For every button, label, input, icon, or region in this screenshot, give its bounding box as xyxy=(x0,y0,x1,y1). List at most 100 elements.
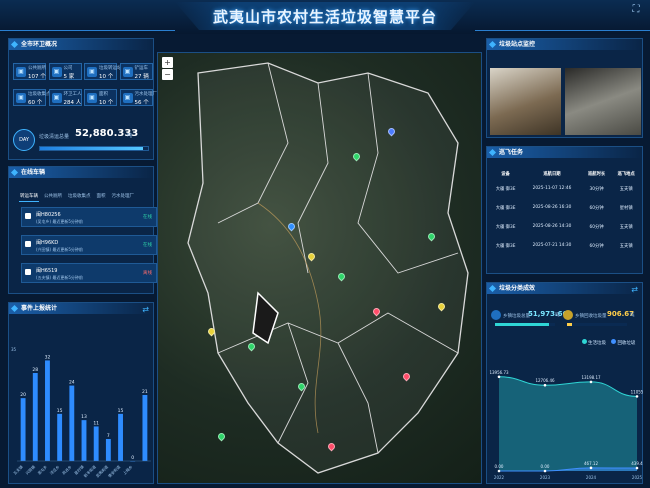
vehicle-sub: (兴田镇) 最近更新5分钟前 xyxy=(36,247,83,252)
tab-vehicle-3[interactable]: 面积 xyxy=(96,191,107,201)
event-bar[interactable] xyxy=(20,398,26,461)
series-point[interactable] xyxy=(497,375,501,379)
events-panel: 事件上报统计 ⇄ 35 20 五夫镇 28 兴田镇 32 吴屯乡 15 洋庄乡 24 岚谷乡 13 星… xyxy=(8,302,154,484)
vehicle-checkbox[interactable] xyxy=(25,241,31,247)
event-bar[interactable] xyxy=(81,420,87,461)
stat-value: 60 个 xyxy=(28,100,43,106)
series-point[interactable] xyxy=(497,469,501,473)
zoom-out-button[interactable]: − xyxy=(162,69,173,80)
series-point[interactable] xyxy=(635,395,639,398)
event-value-label: 28 xyxy=(32,367,38,373)
patrol-cell: 2025-07-21 14:30 xyxy=(532,243,572,248)
patrol-row[interactable]: 大疆 御3E 2025-08-26 16:30 60分钟 星村镇 xyxy=(489,198,641,217)
patrol-cell: 2025-08-26 14:30 xyxy=(532,224,572,229)
patrol-row[interactable]: 大疆 御3E 2025-08-26 14:30 60分钟 五夫镇 xyxy=(489,217,641,236)
vehicle-status: 在线 xyxy=(143,243,152,248)
daily-progress-fill xyxy=(40,147,143,150)
event-category-label: 五夫镇 xyxy=(12,464,24,476)
series-value-label: 0.00 xyxy=(495,464,504,469)
stat-value: 107 个 xyxy=(28,74,46,80)
tab-vehicle-1[interactable]: 公共厕所 xyxy=(43,191,63,201)
series-value-label: 12706.46 xyxy=(535,378,555,383)
event-value-label: 15 xyxy=(118,408,124,414)
event-bar[interactable] xyxy=(69,385,75,461)
event-value-label: 24 xyxy=(69,380,75,386)
patrol-row[interactable]: 大疆 御3E 2025-11-07 12:46 30分钟 五夫镇 xyxy=(489,179,641,198)
vehicle-row[interactable]: 闽H80256 (吴屯乡) 最近更新5分钟前 在线 xyxy=(21,207,157,227)
stat-label: 公共厕所 xyxy=(28,66,46,71)
event-value-label: 20 xyxy=(20,392,26,398)
stat-card: ▣ 污水处理厂 56 个 xyxy=(119,89,157,106)
vehicle-checkbox[interactable] xyxy=(25,213,31,219)
video-panel: 垃圾站点监控 xyxy=(486,38,643,138)
stat-card: ▣ 公共厕所 107 个 xyxy=(13,63,46,80)
series-point[interactable] xyxy=(543,469,547,473)
map-boundaries xyxy=(187,62,469,474)
event-bar[interactable] xyxy=(57,413,63,461)
patrol-row[interactable]: 大疆 御3E 2025-07-21 14:30 60分钟 五夫镇 xyxy=(489,236,641,255)
x-tick-label: 2023 xyxy=(540,475,551,480)
patrol-cell: 星村镇 xyxy=(619,205,633,211)
event-bar[interactable] xyxy=(142,395,148,461)
patrol-cell: 30分钟 xyxy=(589,186,604,192)
series-point[interactable] xyxy=(635,466,639,470)
stat-label: 公司 xyxy=(63,66,73,71)
stat-icon: ▣ xyxy=(51,67,62,77)
stat-label: 垃圾转运站 xyxy=(99,66,122,71)
fullscreen-icon[interactable]: ⛶ xyxy=(630,4,642,16)
vehicle-row[interactable]: 闽H6519 (五夫镇) 最近更新5分钟前 离线 xyxy=(21,263,157,283)
series-value-label: 13198.17 xyxy=(581,375,601,380)
camera-feed-2[interactable] xyxy=(565,68,641,135)
event-category-label: 岚谷乡 xyxy=(61,464,73,476)
vehicle-status: 在线 xyxy=(143,215,152,220)
daily-label: 垃圾清运总量 xyxy=(39,134,70,140)
stat-icon: ▣ xyxy=(122,67,133,77)
overview-title: 全市环卫概况 xyxy=(9,39,153,50)
stat-label: 铲运车 xyxy=(134,66,149,71)
tab-vehicle-2[interactable]: 垃圾收集点 xyxy=(67,191,92,201)
event-category-label: 吴屯乡 xyxy=(37,464,49,476)
series-point[interactable] xyxy=(543,383,547,387)
stat-label: 面积 xyxy=(99,92,108,97)
patrol-cell: 大疆 御3E xyxy=(495,243,516,249)
vehicle-row[interactable]: 闽H96KD (兴田镇) 最近更新5分钟前 在线 xyxy=(21,235,157,255)
event-bar[interactable] xyxy=(45,360,50,461)
tab-vehicle-4[interactable]: 污水处理厂 xyxy=(111,191,136,201)
series-value-label: 439.4 xyxy=(631,461,643,466)
stat-label: 污水处理厂 xyxy=(134,92,158,97)
vehicle-tabs: 转运车辆 公共厕所 垃圾收集点 面积 污水处理厂 xyxy=(19,191,139,202)
patrol-title: 巡飞任务 xyxy=(487,147,642,158)
series-point[interactable] xyxy=(589,380,593,384)
patrol-header: 巡航时长 xyxy=(587,172,606,177)
sorting-panel: 垃圾分类成效 ⇄ 乡镇垃圾总量 51,973.66 吨 乡镇回收垃圾量 906.… xyxy=(486,282,644,484)
stat-value: 56 个 xyxy=(134,100,149,106)
events-bar-chart: 20五夫镇28兴田镇32吴屯乡15洋庄乡24岚谷乡13星村镇11新丰街道7武夷街… xyxy=(12,354,151,478)
vehicle-checkbox[interactable] xyxy=(25,269,31,275)
patrol-cell: 大疆 御3E xyxy=(495,186,516,192)
stat-icon: ▣ xyxy=(87,67,97,77)
event-bar[interactable] xyxy=(93,426,99,461)
stat-icon: ▣ xyxy=(87,93,97,103)
stat-value: 5 家 xyxy=(63,74,75,80)
vehicle-plate: 闽H96KD xyxy=(36,240,59,246)
stat-card: ▣ 垃圾转运站 10 个 xyxy=(84,63,122,80)
zoom-in-button[interactable]: + xyxy=(162,57,173,68)
series-value-label: 13956.73 xyxy=(489,370,509,375)
tab-vehicle-0[interactable]: 转运车辆 xyxy=(19,191,39,202)
stat-card: ▣ 垃圾收集点 60 个 xyxy=(13,89,51,106)
stat-value: 10 个 xyxy=(99,74,114,80)
stat-value: 27 辆 xyxy=(134,74,149,80)
series-value-label: 0.00 xyxy=(541,464,550,469)
series-point[interactable] xyxy=(589,466,593,470)
event-value-label: 0 xyxy=(131,455,134,461)
event-bar[interactable] xyxy=(105,439,111,461)
event-category-label: 上梅乡 xyxy=(122,464,134,476)
event-bar[interactable] xyxy=(118,413,123,461)
map-view[interactable]: + − xyxy=(157,52,482,484)
camera-feed-1[interactable] xyxy=(490,68,561,135)
stat-card: ▣ 公司 5 家 xyxy=(48,63,82,80)
series-value-label: 467.12 xyxy=(584,461,598,466)
event-bar[interactable] xyxy=(32,373,38,461)
patrol-cell: 大疆 御3E xyxy=(495,224,516,230)
daily-unit: 吨 xyxy=(127,133,133,139)
